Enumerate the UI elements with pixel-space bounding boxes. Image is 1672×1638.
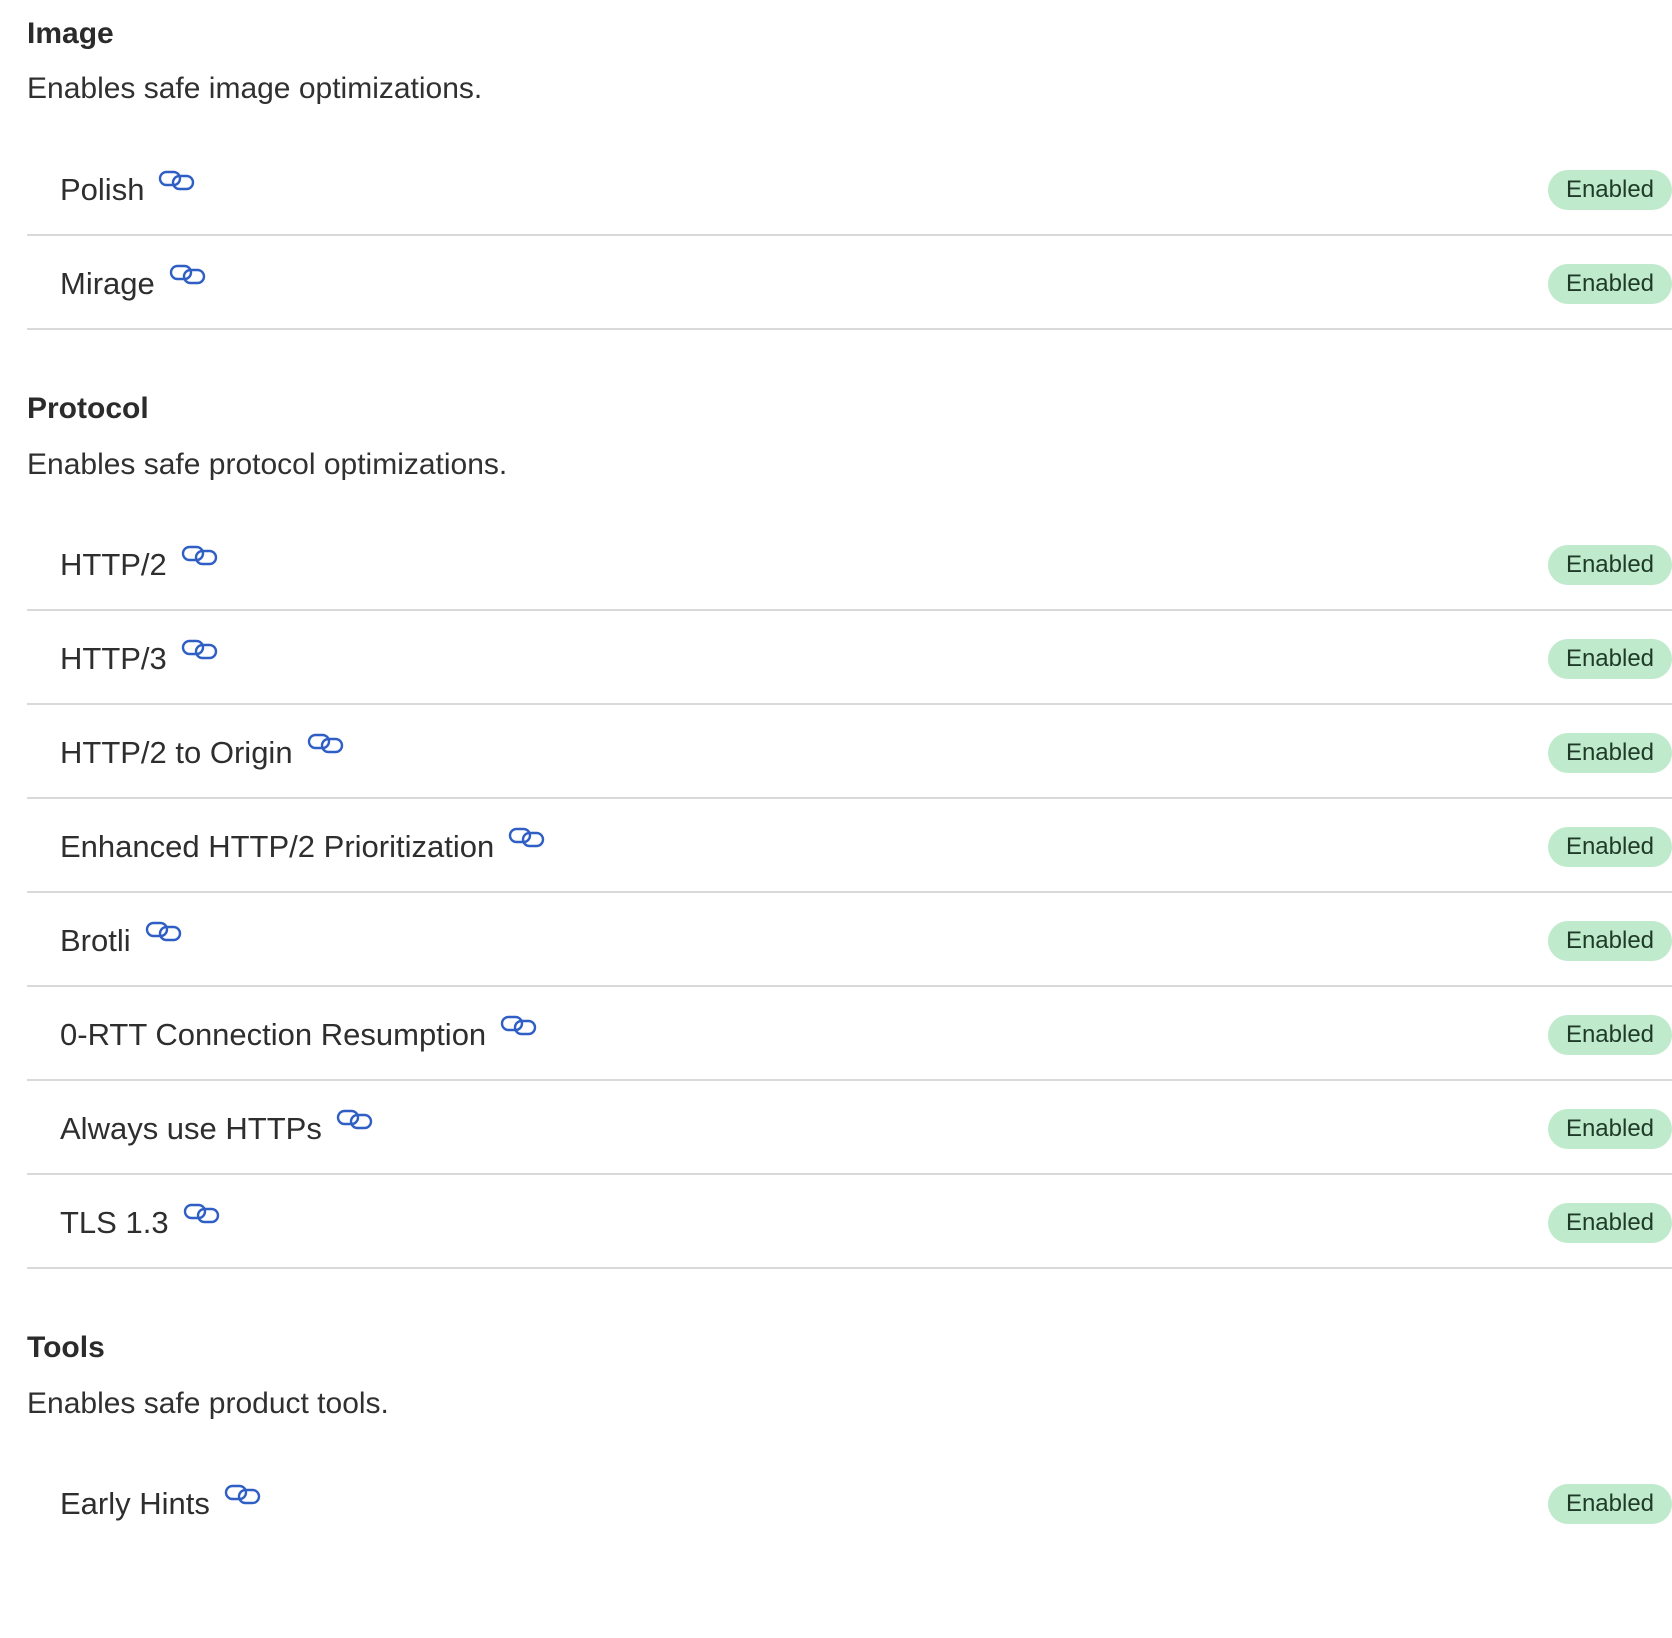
status-badge: Enabled: [1548, 921, 1672, 961]
setting-row-early-hints: Early Hints Enabled: [27, 1456, 1672, 1550]
setting-row-mirage: Mirage Enabled: [27, 236, 1672, 330]
section-title: Protocol: [27, 392, 149, 425]
section-description: Enables safe product tools.: [27, 1387, 389, 1420]
setting-row-tls-1-3: TLS 1.3 Enabled: [27, 1175, 1672, 1269]
setting-label: HTTP/2 to Origin: [60, 735, 293, 770]
setting-row-0rtt-connection-resumption: 0-RTT Connection Resumption Enabled: [27, 987, 1672, 1081]
setting-label: Mirage: [60, 266, 155, 301]
link-icon[interactable]: [224, 1482, 262, 1506]
setting-row-enhanced-http2-prioritization: Enhanced HTTP/2 Prioritization Enabled: [27, 799, 1672, 893]
link-icon[interactable]: [508, 825, 546, 849]
section-title: Tools: [27, 1331, 105, 1364]
link-icon[interactable]: [336, 1107, 374, 1131]
status-badge: Enabled: [1548, 1109, 1672, 1149]
section-description: Enables safe image optimizations.: [27, 72, 483, 105]
status-badge: Enabled: [1548, 639, 1672, 679]
setting-row-http2: HTTP/2 Enabled: [27, 517, 1672, 611]
status-badge: Enabled: [1548, 170, 1672, 210]
setting-row-http3: HTTP/3 Enabled: [27, 611, 1672, 705]
status-badge: Enabled: [1548, 264, 1672, 304]
status-badge: Enabled: [1548, 545, 1672, 585]
setting-label: 0-RTT Connection Resumption: [60, 1017, 487, 1052]
status-badge: Enabled: [1548, 827, 1672, 867]
section-description: Enables safe protocol optimizations.: [27, 448, 508, 481]
setting-row-http2-to-origin: HTTP/2 to Origin Enabled: [27, 705, 1672, 799]
setting-label: Early Hints: [60, 1486, 210, 1521]
status-badge: Enabled: [1548, 733, 1672, 773]
setting-label: Brotli: [60, 923, 131, 958]
setting-label: Polish: [60, 172, 145, 207]
section-title: Image: [27, 17, 114, 50]
status-badge: Enabled: [1548, 1015, 1672, 1055]
setting-row-always-use-https: Always use HTTPs Enabled: [27, 1081, 1672, 1175]
setting-row-brotli: Brotli Enabled: [27, 893, 1672, 987]
setting-label: HTTP/3: [60, 641, 167, 676]
setting-label: HTTP/2: [60, 547, 167, 582]
link-icon[interactable]: [500, 1013, 538, 1037]
link-icon[interactable]: [158, 168, 196, 192]
link-icon[interactable]: [181, 543, 219, 567]
link-icon[interactable]: [181, 637, 219, 661]
link-icon[interactable]: [307, 731, 345, 755]
link-icon[interactable]: [169, 262, 207, 286]
setting-label: Enhanced HTTP/2 Prioritization: [60, 829, 495, 864]
link-icon[interactable]: [183, 1201, 221, 1225]
status-badge: Enabled: [1548, 1484, 1672, 1524]
setting-label: Always use HTTPs: [60, 1111, 322, 1146]
status-badge: Enabled: [1548, 1203, 1672, 1243]
link-icon[interactable]: [145, 919, 183, 943]
setting-label: TLS 1.3: [60, 1205, 169, 1240]
setting-row-polish: Polish Enabled: [27, 142, 1672, 236]
